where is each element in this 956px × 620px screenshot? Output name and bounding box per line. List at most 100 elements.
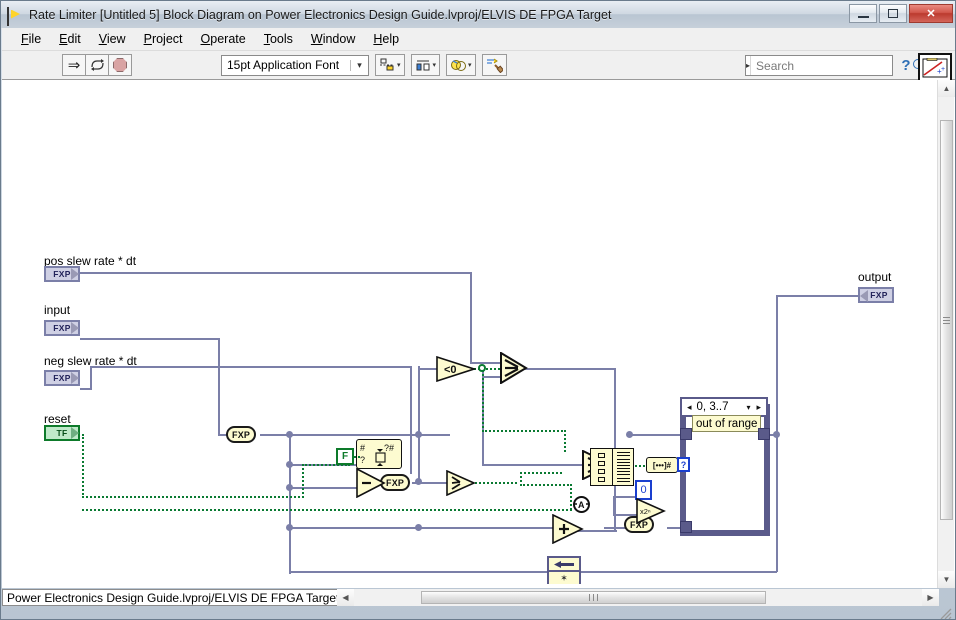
block-diagram-canvas[interactable]: pos slew rate * dt FXP input FXP neg sle… [2, 80, 955, 588]
case-tunnel-left-top[interactable] [680, 428, 692, 440]
wire-bool-into-array-3 [520, 472, 562, 474]
build-array-inputs [591, 449, 613, 485]
wire-junction [773, 431, 780, 438]
svg-text:+: + [941, 66, 945, 73]
align-objects-button[interactable]: ▾ [375, 54, 405, 76]
minimize-button[interactable] [849, 4, 877, 23]
close-button[interactable]: ✕ [909, 4, 953, 23]
chevron-down-icon: ▾ [350, 59, 368, 71]
horizontal-scrollbar[interactable]: ◀ ▶ [337, 589, 939, 606]
scroll-right-button[interactable]: ▶ [922, 589, 939, 606]
search-input[interactable] [751, 57, 914, 74]
wire-neg-slew-down [410, 366, 412, 474]
node-add[interactable] [552, 514, 584, 544]
help-button[interactable]: ? [896, 55, 916, 76]
resize-grip-icon[interactable] [939, 606, 953, 619]
toolbar: ⇒ 15pt Application Font ▾ ▾ ▾ ▾ ▸ Search… [2, 51, 955, 83]
run-button[interactable]: ⇒ [62, 54, 86, 76]
wire-junction [415, 478, 422, 485]
wire-lessthan-array-drop [564, 430, 566, 452]
case-tunnel-right-top[interactable] [758, 428, 770, 440]
terminal-nub-icon [71, 322, 79, 334]
labview-block-diagram-window: Rate Limiter [Untitled 5] Block Diagram … [0, 0, 956, 620]
scroll-left-button[interactable]: ◀ [337, 589, 354, 606]
scroll-up-button[interactable]: ▲ [938, 80, 955, 97]
scroll-grip-icon [943, 316, 950, 324]
terminal-nub-icon [71, 268, 79, 280]
terminal-reset-type: TF [56, 428, 68, 438]
distribute-objects-button[interactable]: ▾ [410, 54, 441, 76]
wire-junction [415, 431, 422, 438]
terminal-pos-slew-type: FXP [53, 269, 71, 279]
labview-icon [7, 6, 23, 26]
node-in-range-and-coerce[interactable]: # ?# ? [356, 439, 402, 469]
wire-select-second-in [482, 376, 500, 378]
label-output: output [858, 270, 892, 284]
run-continuously-button[interactable] [85, 54, 109, 76]
constant-false[interactable]: F [336, 448, 354, 465]
svg-text:A: A [578, 500, 585, 510]
case-next-arrow-icon[interactable]: ▸ [753, 402, 764, 413]
menu-operate[interactable]: Operate [192, 30, 255, 48]
wire-neg-slew-horizontal [90, 366, 412, 368]
node-build-array[interactable] [590, 448, 634, 486]
node-scale-by-power-of-2[interactable]: x2ⁿ [636, 498, 666, 524]
wire-junction [286, 484, 293, 491]
wire-junction-boolean [478, 364, 486, 372]
context-help-button[interactable]: + + [918, 53, 952, 83]
search-box[interactable]: ▸ [745, 55, 924, 76]
vertical-scroll-thumb[interactable] [940, 120, 953, 520]
wire-fxp1-branch-down [289, 434, 291, 574]
menu-project[interactable]: Project [135, 30, 192, 48]
terminal-output[interactable]: FXP [858, 287, 894, 303]
wire-bool-mid-bus [520, 484, 572, 486]
vertical-scrollbar[interactable]: ▲ ▼ [937, 80, 955, 588]
scroll-down-button[interactable]: ▼ [938, 571, 955, 588]
block-diagram-content[interactable]: pos slew rate * dt FXP input FXP neg sle… [12, 84, 930, 584]
terminal-reset[interactable]: TF [44, 425, 80, 441]
case-selector-label[interactable]: ◂ 0, 3..7 ▾ ▸ [680, 397, 768, 417]
svg-text:?#: ?# [384, 443, 394, 453]
title-bar: Rate Limiter [Untitled 5] Block Diagram … [1, 1, 955, 28]
wire-select-top-out [524, 368, 616, 370]
chevron-down-icon[interactable]: ▾ [743, 403, 753, 412]
node-subtract[interactable] [356, 468, 386, 498]
node-boolean-array-to-number[interactable]: [•••]# [646, 457, 678, 473]
menu-file-rest: ile [28, 32, 42, 46]
node-comparison-mid[interactable] [446, 470, 476, 496]
terminal-neg-slew-rate[interactable]: FXP [44, 370, 80, 386]
label-neg-slew-rate: neg slew rate * dt [44, 354, 137, 368]
menu-edit[interactable]: Edit [50, 30, 90, 48]
case-tunnel-left-bottom[interactable] [680, 521, 692, 533]
wire-case-left-tunnel-in [630, 434, 686, 436]
terminal-neg-slew-type: FXP [53, 373, 71, 383]
case-selector-terminal[interactable]: ? [677, 457, 690, 472]
wire-feedback-return [289, 571, 777, 573]
node-array-index-marker[interactable]: A [573, 496, 590, 513]
node-select-top[interactable] [500, 352, 528, 384]
abort-execution-button[interactable] [108, 54, 132, 76]
node-less-than-zero[interactable]: <0 [436, 356, 476, 382]
maximize-button[interactable] [879, 4, 907, 23]
menu-help[interactable]: Help [364, 30, 408, 48]
constant-zero[interactable]: 0 [635, 480, 652, 500]
wire-junction [286, 431, 293, 438]
fxp-node-1[interactable]: FXP [226, 426, 257, 443]
menu-file[interactable]: File [12, 30, 50, 48]
wire-cmp-out-dotted [475, 482, 517, 484]
terminal-input[interactable]: FXP [44, 320, 80, 336]
horizontal-scroll-thumb[interactable] [421, 591, 766, 604]
menu-window[interactable]: Window [302, 30, 364, 48]
feedback-initializer: ✶ [560, 572, 568, 583]
terminal-pos-slew-rate[interactable]: FXP [44, 266, 80, 282]
svg-text:<0: <0 [444, 364, 457, 376]
case-prev-arrow-icon[interactable]: ◂ [684, 402, 695, 413]
cleanup-diagram-button[interactable] [481, 54, 507, 76]
menu-tools[interactable]: Tools [255, 30, 302, 48]
menu-view[interactable]: View [90, 30, 135, 48]
reorder-button[interactable]: ▾ [446, 54, 476, 76]
wire-junction [415, 524, 422, 531]
font-selector[interactable]: 15pt Application Font ▾ [221, 54, 369, 76]
wire-junction [286, 461, 293, 468]
node-feedback[interactable]: ✶ [547, 556, 581, 584]
